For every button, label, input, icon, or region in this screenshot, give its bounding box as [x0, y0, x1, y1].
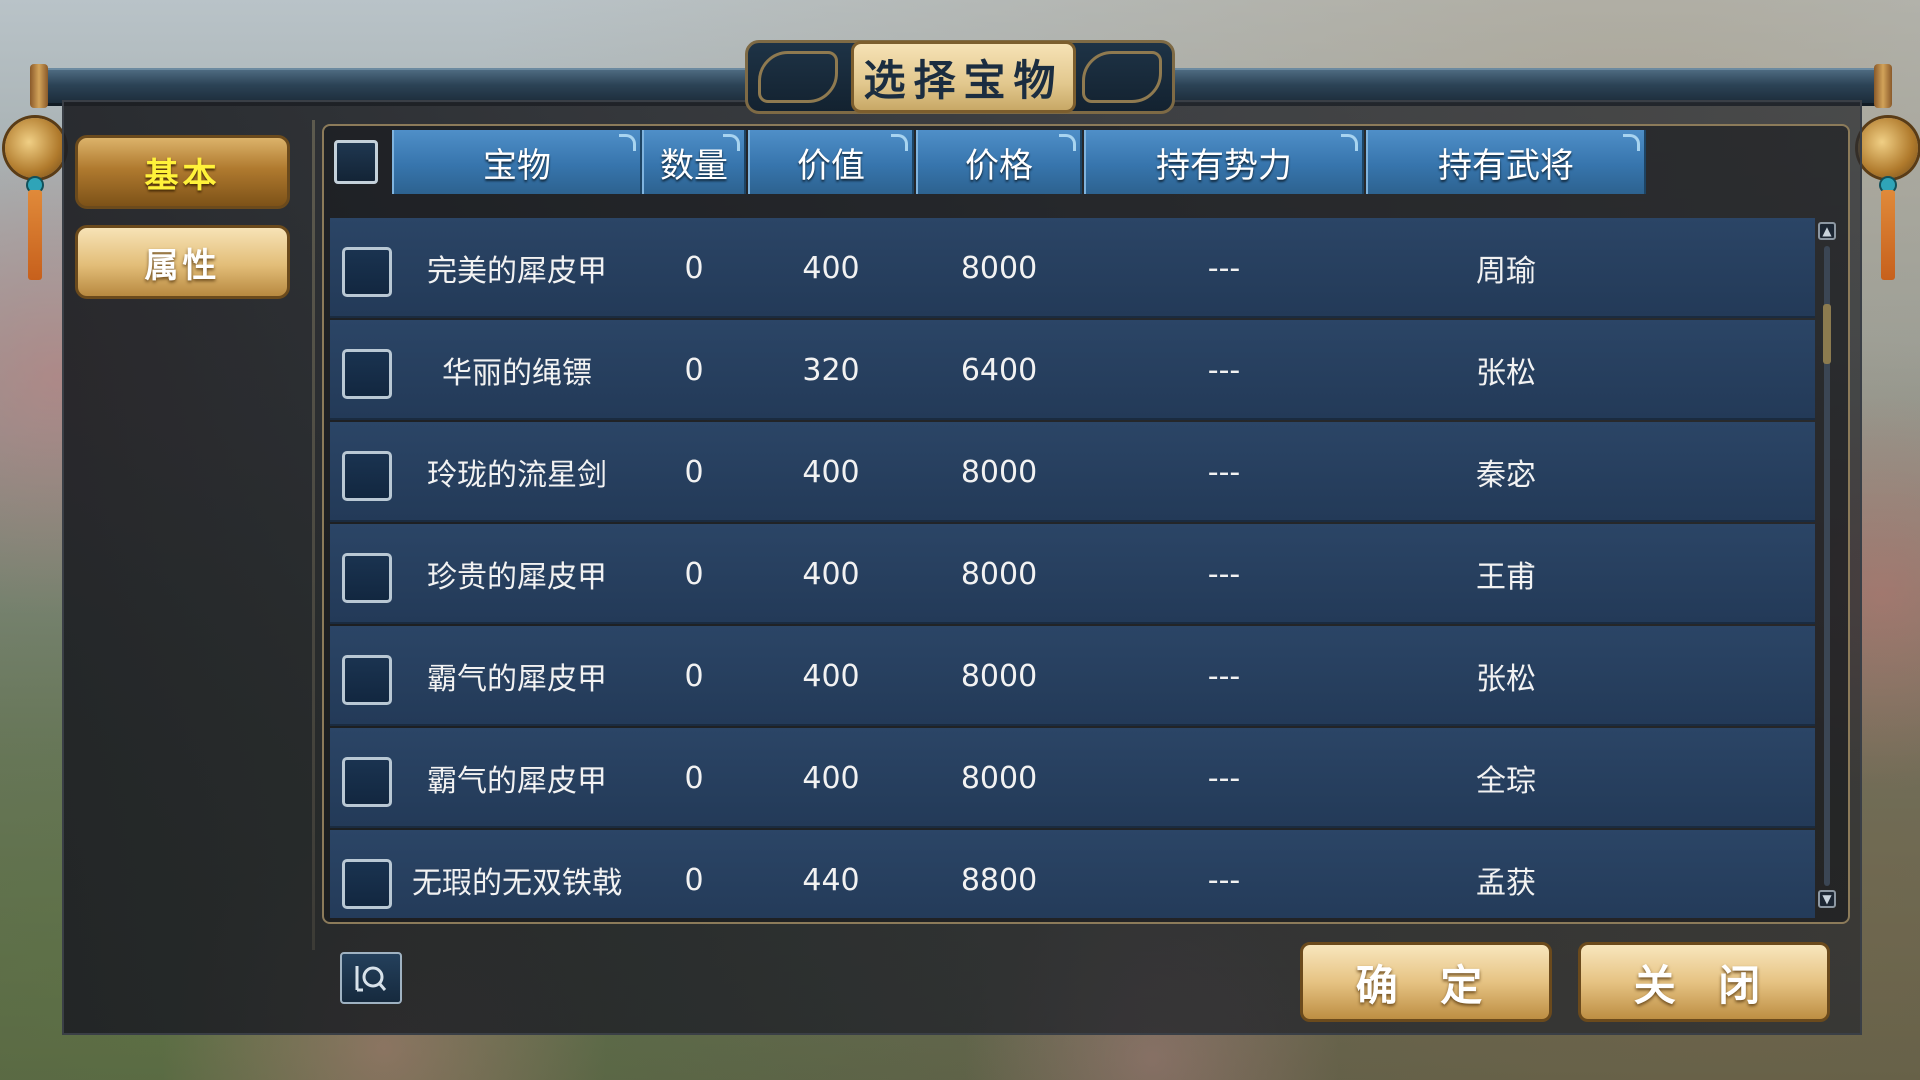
row-checkbox[interactable] — [342, 859, 392, 909]
table-header: 宝物 数量 价值 价格 持有势力 持有武将 — [330, 130, 1730, 194]
cell-general: 王甫 — [1476, 560, 1536, 595]
chevron-up-icon[interactable]: ▲ — [1818, 222, 1836, 240]
table-row[interactable]: 霸气的犀皮甲 0 400 8000 --- 全琮 — [330, 728, 1815, 828]
cell-general: 张松 — [1476, 356, 1536, 391]
cell-faction: --- — [1207, 862, 1241, 898]
table-row[interactable]: 霸气的犀皮甲 0 400 8000 --- 张松 — [330, 626, 1815, 726]
column-header-price[interactable]: 价格 — [916, 130, 1082, 194]
cell-item: 华丽的绳镖 — [442, 356, 592, 391]
cell-quantity: 0 — [684, 250, 704, 286]
cell-faction: --- — [1207, 454, 1241, 490]
row-checkbox[interactable] — [342, 655, 392, 705]
cell-quantity: 0 — [684, 658, 704, 694]
column-header-label: 持有势力 — [1156, 145, 1292, 186]
cell-price: 8000 — [960, 556, 1038, 592]
cell-value: 400 — [802, 250, 860, 286]
dialog-title: 选择宝物 — [863, 55, 1064, 105]
cell-quantity: 0 — [684, 454, 704, 490]
cell-item: 霸气的犀皮甲 — [427, 764, 607, 799]
cell-value: 440 — [802, 862, 860, 898]
cell-faction: --- — [1207, 250, 1241, 286]
search-button[interactable] — [340, 952, 402, 1004]
row-checkbox[interactable] — [342, 349, 392, 399]
cell-item: 玲珑的流星剑 — [427, 458, 607, 493]
column-header-general[interactable]: 持有武将 — [1366, 130, 1646, 194]
cell-quantity: 0 — [684, 556, 704, 592]
column-header-label: 持有武将 — [1438, 145, 1574, 186]
cell-general: 秦宓 — [1476, 458, 1536, 493]
cell-value: 400 — [802, 760, 860, 796]
medallion-left — [5, 118, 65, 178]
cell-item: 霸气的犀皮甲 — [427, 662, 607, 697]
column-header-label: 宝物 — [483, 145, 551, 186]
table-row[interactable]: 玲珑的流星剑 0 400 8000 --- 秦宓 — [330, 422, 1815, 522]
cell-faction: --- — [1207, 658, 1241, 694]
cell-value: 400 — [802, 454, 860, 490]
cloud-ornament-left — [758, 51, 838, 103]
tab-attributes[interactable]: 属性 — [75, 225, 290, 299]
rod-end-left — [30, 64, 48, 108]
cell-item: 完美的犀皮甲 — [427, 254, 607, 289]
select-all-checkbox[interactable] — [334, 140, 378, 184]
row-checkbox[interactable] — [342, 247, 392, 297]
cell-general: 孟获 — [1476, 866, 1536, 901]
cell-price: 8000 — [960, 454, 1038, 490]
search-icon — [355, 966, 387, 992]
table-body: 完美的犀皮甲 0 400 8000 --- 周瑜 华丽的绳镖 0 320 640… — [330, 218, 1815, 918]
scroll-thumb[interactable] — [1823, 304, 1831, 364]
confirm-button[interactable]: 确 定 — [1300, 942, 1552, 1022]
cell-quantity: 0 — [684, 760, 704, 796]
column-header-label: 价格 — [965, 145, 1033, 186]
table-scrollbar[interactable]: ▲ ▼ — [1818, 222, 1838, 912]
cell-value: 320 — [802, 352, 860, 388]
column-header-label: 价值 — [797, 145, 865, 186]
cell-faction: --- — [1207, 556, 1241, 592]
cell-item: 无瑕的无双铁戟 — [412, 866, 622, 901]
column-header-quantity[interactable]: 数量 — [642, 130, 746, 194]
rod-end-right — [1874, 64, 1892, 108]
row-checkbox[interactable] — [342, 451, 392, 501]
medallion-right — [1858, 118, 1918, 178]
column-header-value[interactable]: 价值 — [748, 130, 914, 194]
table-row[interactable]: 华丽的绳镖 0 320 6400 --- 张松 — [330, 320, 1815, 420]
cell-price: 6400 — [960, 352, 1038, 388]
cell-general: 张松 — [1476, 662, 1536, 697]
title-banner: 选择宝物 — [851, 41, 1076, 113]
cell-quantity: 0 — [684, 352, 704, 388]
close-button[interactable]: 关 闭 — [1578, 942, 1830, 1022]
cell-price: 8000 — [960, 658, 1038, 694]
cell-value: 400 — [802, 556, 860, 592]
cell-general: 全琮 — [1476, 764, 1536, 799]
column-header-label: 数量 — [660, 145, 728, 186]
chevron-down-icon[interactable]: ▼ — [1818, 890, 1836, 908]
cell-price: 8000 — [960, 250, 1038, 286]
cloud-ornament-right — [1082, 51, 1162, 103]
tab-basic[interactable]: 基本 — [75, 135, 290, 209]
cell-value: 400 — [802, 658, 860, 694]
cell-price: 8000 — [960, 760, 1038, 796]
tassel-right — [1881, 190, 1895, 280]
cell-faction: --- — [1207, 760, 1241, 796]
table-row[interactable]: 无瑕的无双铁戟 0 440 8800 --- 孟获 — [330, 830, 1815, 918]
sidebar-divider — [312, 120, 315, 950]
column-header-item[interactable]: 宝物 — [392, 130, 642, 194]
tassel-left — [28, 190, 42, 280]
column-header-faction[interactable]: 持有势力 — [1084, 130, 1364, 194]
cell-item: 珍贵的犀皮甲 — [427, 560, 607, 595]
table-row[interactable]: 珍贵的犀皮甲 0 400 8000 --- 王甫 — [330, 524, 1815, 624]
title-plaque: 选择宝物 — [745, 40, 1175, 114]
row-checkbox[interactable] — [342, 757, 392, 807]
cell-quantity: 0 — [684, 862, 704, 898]
table-row[interactable]: 完美的犀皮甲 0 400 8000 --- 周瑜 — [330, 218, 1815, 318]
row-checkbox[interactable] — [342, 553, 392, 603]
cell-faction: --- — [1207, 352, 1241, 388]
cell-price: 8800 — [960, 862, 1038, 898]
cell-general: 周瑜 — [1476, 254, 1536, 289]
